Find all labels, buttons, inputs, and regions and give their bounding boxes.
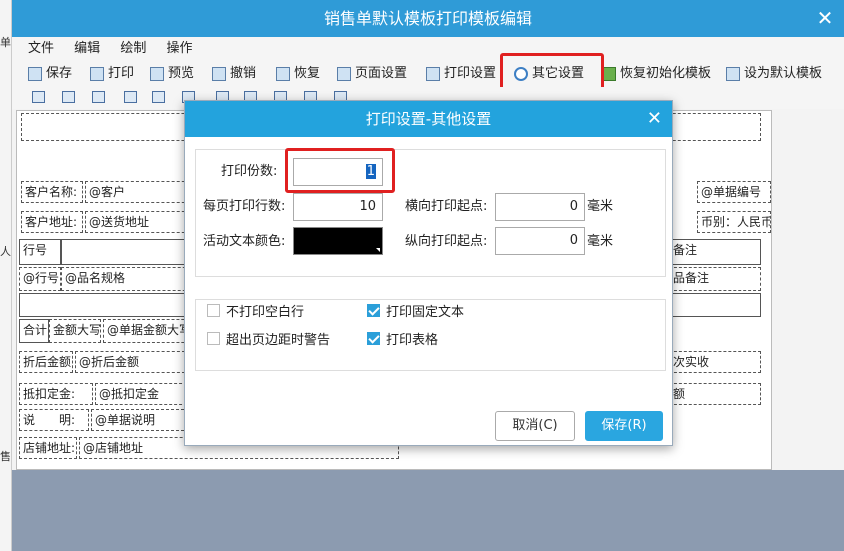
row-item-field[interactable]: @品名规格 xyxy=(61,267,201,291)
printer-icon xyxy=(90,67,104,81)
paid-field[interactable]: 次实收 xyxy=(669,351,761,373)
print-table-checkbox[interactable]: 打印表格 xyxy=(367,329,438,348)
redo-icon xyxy=(276,67,290,81)
copies-label: 打印份数: xyxy=(221,164,278,179)
restore-template-toolbar-button[interactable]: 恢复初始化模板 xyxy=(602,61,711,87)
deposit-field[interactable]: @抵扣定金 xyxy=(95,383,187,405)
menu-operate[interactable]: 操作 xyxy=(166,37,192,61)
print-fixed-text-checkbox[interactable]: 打印固定文本 xyxy=(367,301,464,320)
currency-field[interactable]: 币别：人民币 xyxy=(697,211,771,233)
workspace-background xyxy=(12,470,844,551)
page-setup-label: 页面设置 xyxy=(355,66,408,81)
window-titlebar: 销售单默认模板打印模板编辑 ✕ xyxy=(12,0,844,37)
align-left-icon[interactable] xyxy=(32,91,45,103)
rows-per-page-label: 每页打印行数: xyxy=(203,199,286,214)
print-label: 打印 xyxy=(108,66,135,81)
checkbox-icon xyxy=(602,67,616,81)
save-button[interactable]: 保存(R) xyxy=(585,411,663,441)
horizontal-unit: 毫米 xyxy=(587,199,614,214)
set-default-toolbar-button[interactable]: 设为默认模板 xyxy=(726,61,822,87)
shop-addr-label[interactable]: 店铺地址: xyxy=(19,437,77,459)
menu-bar: 文件 编辑 绘制 操作 xyxy=(12,37,844,61)
remark-label[interactable]: 说 明: xyxy=(19,409,89,431)
dialog-titlebar: 打印设置-其他设置 ✕ xyxy=(185,101,672,137)
save-icon xyxy=(28,67,42,81)
align-right-icon[interactable] xyxy=(124,91,137,103)
redo-label: 恢复 xyxy=(294,66,321,81)
checkbox-checked-icon xyxy=(367,304,380,317)
print-setup-icon xyxy=(426,67,440,81)
redo-toolbar-button[interactable]: 恢复 xyxy=(276,61,320,87)
highlight-copies xyxy=(285,148,395,193)
restore-template-label: 恢复初始化模板 xyxy=(620,66,712,81)
discount-field[interactable]: @折后金额 xyxy=(75,351,185,373)
print-settings-dialog: 打印设置-其他设置 ✕ 打印份数: 1 每页打印行数: 10 横向打印起点: 0… xyxy=(184,100,673,446)
main-toolbar: 保存 打印 预览 撤销 恢复 页面设置 打印设置 其它设置 恢复初始化模板 设为… xyxy=(12,61,844,87)
text-color-label: 活动文本颜色: xyxy=(203,234,286,249)
customer-name-label[interactable]: 客户名称: xyxy=(21,181,83,203)
strip-char: 人 xyxy=(0,245,11,258)
customer-name-field[interactable]: @客户 xyxy=(85,181,195,203)
set-default-label: 设为默认模板 xyxy=(744,66,823,81)
no-blank-rows-checkbox[interactable]: 不打印空白行 xyxy=(207,301,304,320)
margin-warning-label: 超出页边距时警告 xyxy=(226,333,331,348)
horizontal-start-input[interactable]: 0 xyxy=(495,193,585,221)
align-top-icon[interactable] xyxy=(62,91,75,103)
remark-field[interactable]: @单据说明 xyxy=(91,409,189,431)
menu-file[interactable]: 文件 xyxy=(28,37,54,61)
bill-no-field[interactable]: @单据编号 xyxy=(697,181,771,203)
page-setup-toolbar-button[interactable]: 页面设置 xyxy=(337,61,407,87)
page-setup-icon xyxy=(337,67,351,81)
print-setup-toolbar-button[interactable]: 打印设置 xyxy=(426,61,496,87)
strip-char: 单 xyxy=(0,36,11,49)
amount-tail-field[interactable]: 额 xyxy=(669,383,761,405)
horizontal-start-label: 横向打印起点: xyxy=(405,199,488,214)
print-fixed-text-label: 打印固定文本 xyxy=(386,305,465,320)
vertical-unit: 毫米 xyxy=(587,234,614,249)
discount-label[interactable]: 折后金额 xyxy=(19,351,73,373)
column-header-no[interactable]: 行号 xyxy=(19,239,61,265)
dialog-close-icon[interactable]: ✕ xyxy=(647,101,662,137)
text-color-picker[interactable] xyxy=(293,227,383,255)
cancel-button[interactable]: 取消(C) xyxy=(495,411,575,441)
rows-per-page-input[interactable]: 10 xyxy=(293,193,383,221)
preview-label: 预览 xyxy=(168,66,195,81)
background-window-strip: 单 人 售 xyxy=(0,0,12,551)
amount-caps-label[interactable]: 金额大写 xyxy=(49,319,101,343)
print-table-label: 打印表格 xyxy=(386,333,439,348)
deposit-label[interactable]: 抵扣定金: xyxy=(19,383,93,405)
strip-char: 售 xyxy=(0,450,11,463)
checkbox-unchecked-icon xyxy=(207,304,220,317)
preview-icon xyxy=(150,67,164,81)
total-label[interactable]: 合计 xyxy=(19,319,49,343)
checkbox-unchecked-icon xyxy=(207,332,220,345)
vertical-start-input[interactable]: 0 xyxy=(495,227,585,255)
window-title: 销售单默认模板打印模板编辑 xyxy=(323,9,532,28)
undo-icon xyxy=(212,67,226,81)
column-header-note[interactable]: 备注 xyxy=(669,239,761,265)
same-width-icon[interactable] xyxy=(152,91,165,103)
customer-addr-label[interactable]: 客户地址: xyxy=(21,211,83,233)
save-toolbar-button[interactable]: 保存 xyxy=(28,61,72,87)
default-template-icon xyxy=(726,67,740,81)
menu-draw[interactable]: 绘制 xyxy=(120,37,146,61)
undo-toolbar-button[interactable]: 撤销 xyxy=(212,61,256,87)
checkbox-checked-icon xyxy=(367,332,380,345)
align-center-icon[interactable] xyxy=(92,91,105,103)
customer-addr-field[interactable]: @送货地址 xyxy=(85,211,195,233)
vertical-start-label: 纵向打印起点: xyxy=(405,234,488,249)
print-toolbar-button[interactable]: 打印 xyxy=(90,61,134,87)
window-close-icon[interactable]: ✕ xyxy=(812,0,838,37)
dialog-title: 打印设置-其他设置 xyxy=(365,110,492,128)
print-setup-label: 打印设置 xyxy=(444,66,497,81)
save-label: 保存 xyxy=(46,66,73,81)
column-header-item[interactable] xyxy=(61,239,201,265)
undo-label: 撤销 xyxy=(230,66,257,81)
row-no-field[interactable]: @行号 xyxy=(19,267,61,291)
row-note-field[interactable]: 品备注 xyxy=(669,267,761,291)
no-blank-rows-label: 不打印空白行 xyxy=(226,305,305,320)
menu-edit[interactable]: 编辑 xyxy=(74,37,100,61)
margin-warning-checkbox[interactable]: 超出页边距时警告 xyxy=(207,329,330,348)
preview-toolbar-button[interactable]: 预览 xyxy=(150,61,194,87)
